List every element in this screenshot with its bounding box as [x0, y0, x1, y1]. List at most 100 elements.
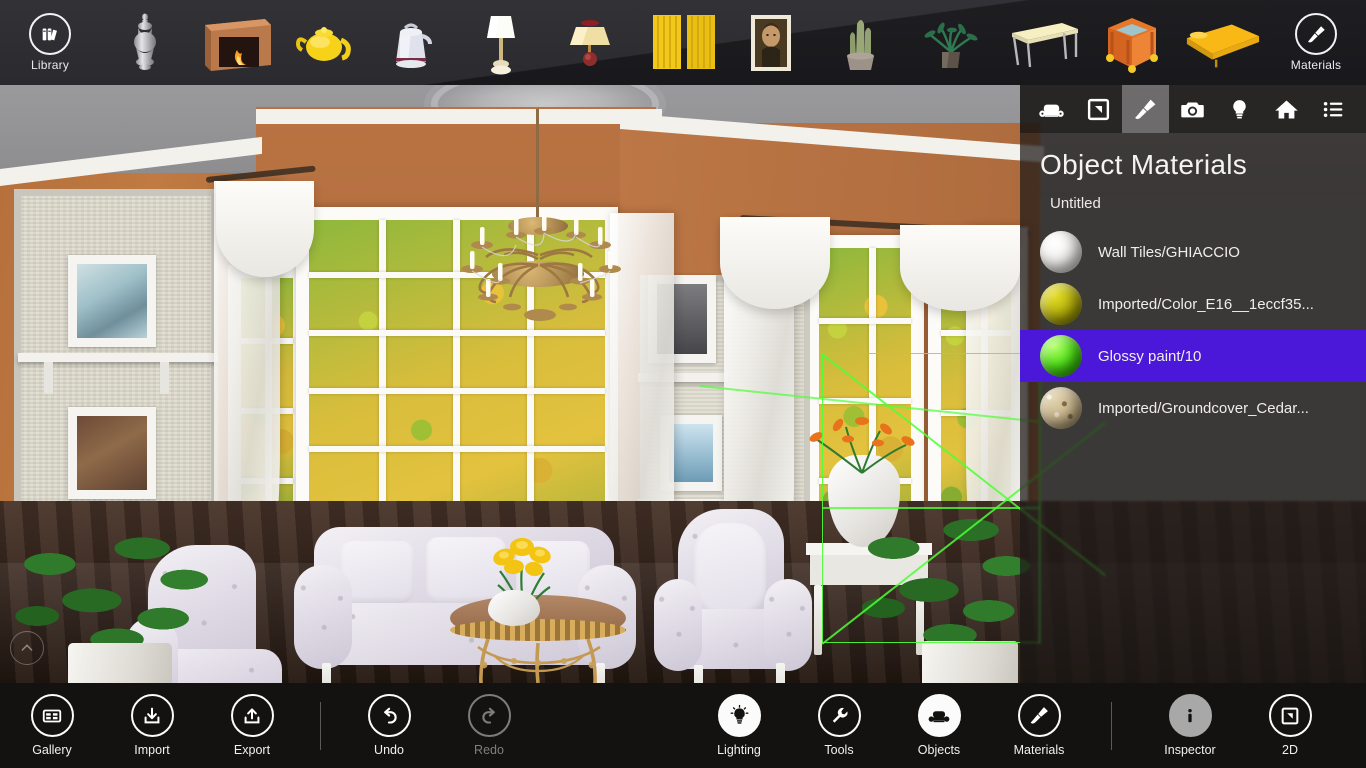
gallery-icon: [30, 694, 74, 737]
collapse-toolbar-button[interactable]: [10, 631, 44, 665]
toolbar-item-orange-table[interactable]: [1084, 0, 1180, 85]
plant-left-foliage: [12, 525, 222, 655]
white-table-thumbnail: [1005, 12, 1083, 74]
panel-tab-objects[interactable]: [1028, 85, 1075, 133]
home-icon: [1275, 100, 1298, 118]
fireplace-thumbnail: [199, 12, 277, 74]
flower-vase[interactable]: [488, 590, 540, 626]
plant-left-pot: [68, 643, 172, 683]
coffee-table-legs: [477, 638, 601, 683]
sofa-leg-1: [322, 663, 331, 683]
bottom-button-redo[interactable]: Redo: [439, 683, 539, 768]
bottom-button-undo[interactable]: Undo: [339, 683, 439, 768]
import-icon: [130, 694, 174, 737]
selection-wire-mid: [822, 507, 1040, 509]
toolbar-item-yellow-bed[interactable]: [1174, 0, 1270, 85]
shelf-bracket-1: [44, 362, 53, 394]
toolbar-item-framed-painting[interactable]: [723, 0, 819, 85]
toolbar-item-silver-vase[interactable]: [97, 0, 193, 85]
toolbar-item-white-table[interactable]: [996, 0, 1092, 85]
materials-label: Materials: [1013, 743, 1065, 757]
chevron-up-icon: [21, 644, 33, 651]
armchair-right-leg-1: [694, 665, 703, 683]
shelf-bracket-2: [160, 362, 169, 394]
toolbar-item-wall-sconce[interactable]: [542, 0, 638, 85]
toolbar-item-potted-plant[interactable]: [903, 0, 999, 85]
material-row-1[interactable]: Imported/Color_E16__1eccf35...: [1020, 278, 1366, 330]
bottom-button-objects[interactable]: Objects: [889, 683, 989, 768]
toolbar-item-fireplace[interactable]: [190, 0, 286, 85]
bottom-separator-1: [320, 701, 321, 750]
bottom-button-materials[interactable]: Materials: [989, 683, 1089, 768]
watering-can-thumbnail: [372, 12, 450, 74]
panel-tab-materials[interactable]: [1122, 85, 1169, 133]
panel-title: Object Materials: [1040, 149, 1248, 180]
armchair-right-leg-2: [776, 663, 785, 683]
material-row-0[interactable]: Wall Tiles/GHIACCIO: [1020, 226, 1366, 278]
undo-label: Undo: [374, 743, 404, 757]
gallery-label: Gallery: [32, 743, 72, 757]
table-lamp-thumbnail: [462, 12, 540, 74]
potted-plant-thumbnail: [912, 12, 990, 74]
curtain-swag-left: [216, 181, 314, 277]
panel-tab-floorplan[interactable]: [1075, 85, 1122, 133]
material-row-3[interactable]: Imported/Groundcover_Cedar...: [1020, 382, 1366, 434]
plant-left[interactable]: [12, 525, 232, 683]
toolbar-item-cactus-plant[interactable]: [812, 0, 908, 85]
lightbulb-icon: [717, 694, 761, 737]
undo-icon: [367, 694, 411, 737]
panel-tab-lighting[interactable]: [1216, 85, 1263, 133]
artwork-lower-left[interactable]: [68, 407, 156, 499]
panel-tab-camera[interactable]: [1169, 85, 1216, 133]
bottom-button-gallery[interactable]: Gallery: [2, 683, 102, 768]
toolbar-item-watering-can[interactable]: [363, 0, 459, 85]
toolbar-item-table-lamp[interactable]: [453, 0, 549, 85]
bottom-button-inspector[interactable]: Inspector: [1140, 683, 1240, 768]
library-books-icon: [29, 13, 71, 55]
toolbar-materials-label: Materials: [1290, 58, 1342, 72]
material-swatch-1: [1040, 283, 1082, 325]
material-label-0: Wall Tiles/GHIACCIO: [1098, 243, 1240, 261]
bottom-button-lighting[interactable]: Lighting: [689, 683, 789, 768]
inspector-label: Inspector: [1164, 743, 1216, 757]
floorplan-icon: [1087, 98, 1110, 120]
cactus-thumbnail: [821, 12, 899, 74]
material-swatch-0: [1040, 231, 1082, 273]
panel-tab-home[interactable]: [1263, 85, 1310, 133]
armchair-right[interactable]: [654, 509, 814, 683]
material-row-2[interactable]: Glossy paint/10: [1020, 330, 1366, 382]
library-button[interactable]: Library: [2, 0, 98, 85]
sofa-icon: [1039, 104, 1064, 117]
import-label: Import: [134, 743, 170, 757]
material-swatch-3: [1040, 387, 1082, 429]
lightbulb-icon: [1233, 99, 1246, 118]
bottom-button-import[interactable]: Import: [102, 683, 202, 768]
bottom-button-tools[interactable]: Tools: [789, 683, 889, 768]
material-label-3: Imported/Groundcover_Cedar...: [1098, 399, 1309, 417]
orange-table-thumbnail: [1093, 12, 1171, 74]
bottom-button-export[interactable]: Export: [202, 683, 302, 768]
artwork-upper-left[interactable]: [68, 255, 156, 347]
object-materials-panel: Object Materials Untitled Wall Tiles/GHI…: [1020, 85, 1366, 683]
sofa-arm-left: [294, 565, 352, 669]
material-label-1: Imported/Color_E16__1eccf35...: [1098, 295, 1314, 313]
toolbar-item-yellow-teapot[interactable]: [278, 0, 374, 85]
info-icon: [1168, 694, 1212, 737]
objects-label: Objects: [917, 743, 961, 757]
wrench-icon: [817, 694, 861, 737]
paintbrush-icon: [1017, 694, 1061, 737]
console-leg-1: [814, 585, 822, 655]
materials-list: Wall Tiles/GHIACCIO Imported/Color_E16__…: [1020, 226, 1366, 434]
application-window: Library Materials Object Materials Untit…: [0, 0, 1366, 768]
toolbar-item-yellow-curtains[interactable]: [636, 0, 732, 85]
top-toolbar: Library Materials: [0, 0, 1366, 85]
lighting-label: Lighting: [717, 743, 761, 757]
export-icon: [230, 694, 274, 737]
toolbar-materials-button[interactable]: Materials: [1268, 0, 1364, 85]
panel-tab-list[interactable]: [1310, 85, 1357, 133]
redo-label: Redo: [474, 743, 504, 757]
material-swatch-2: [1040, 335, 1082, 377]
bottom-button-2d[interactable]: 2D: [1240, 683, 1340, 768]
armchair-right-arm-r: [764, 579, 812, 671]
library-label: Library: [30, 58, 70, 72]
